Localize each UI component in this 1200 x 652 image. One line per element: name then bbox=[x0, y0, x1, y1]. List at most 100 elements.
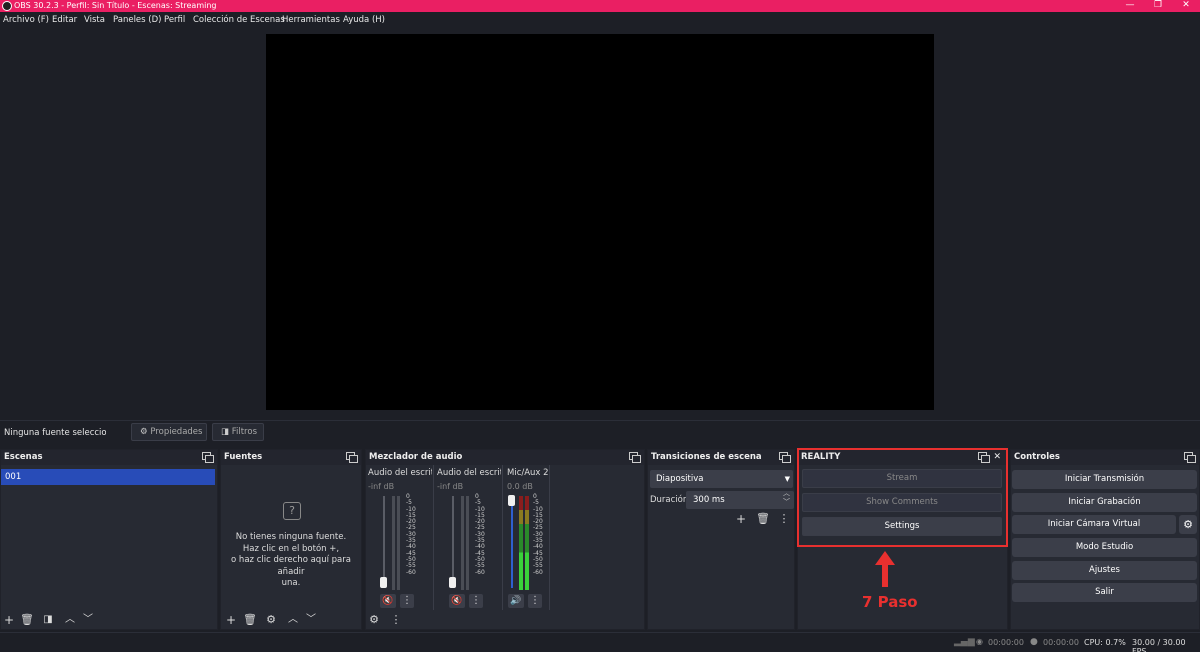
gear-icon[interactable]: ⚙ bbox=[1179, 515, 1197, 534]
muted-speaker-icon[interactable]: 🔇 bbox=[380, 594, 396, 608]
divider bbox=[549, 465, 550, 610]
more-icon[interactable]: ⋮ bbox=[469, 594, 483, 608]
transition-select[interactable]: Diapositiva ▼ bbox=[650, 470, 793, 488]
volume-knob[interactable] bbox=[380, 577, 387, 588]
speaker-icon[interactable]: 🔊 bbox=[508, 594, 524, 608]
filter-icon: ◨ bbox=[221, 427, 230, 437]
divider bbox=[502, 465, 503, 610]
preview-canvas[interactable] bbox=[266, 34, 934, 410]
minimize-button[interactable]: — bbox=[1116, 0, 1144, 12]
menu-perfil[interactable]: Perfil bbox=[164, 15, 185, 25]
title-bar: OBS 30.2.3 - Perfil: Sin Título - Escena… bbox=[0, 0, 1200, 12]
studio-mode-button[interactable]: Modo Estudio bbox=[1012, 538, 1197, 557]
duration-value: 300 ms bbox=[693, 495, 725, 505]
mixer-title: Mezclador de audio bbox=[369, 452, 463, 462]
spinner-icon[interactable]: ︿ ﹀ bbox=[783, 489, 790, 507]
meter-scale: 0 -5 -10 -15 -20 -25 -30 -35 -40 -45 -50 -55 -60 bbox=[533, 493, 543, 576]
meter-scale: 0 -5 -10 -15 -20 -25 -30 -35 -40 -45 -50 -55 -60 bbox=[406, 493, 416, 576]
trash-icon[interactable]: 🗑 bbox=[19, 612, 35, 628]
channel-db: 0.0 dB bbox=[507, 482, 533, 491]
more-icon[interactable]: ⋮ bbox=[528, 594, 542, 608]
maximize-button[interactable]: ❐ bbox=[1144, 0, 1172, 12]
channel-name: Mic/Aux 2 bbox=[507, 468, 549, 478]
float-icon[interactable] bbox=[629, 452, 641, 463]
more-icon[interactable]: ⋮ bbox=[776, 511, 792, 527]
channel-db: -inf dB bbox=[368, 482, 395, 491]
add-source-button[interactable]: + bbox=[223, 612, 239, 628]
stream-time: 00:00:00 bbox=[988, 638, 1024, 647]
muted-speaker-icon[interactable]: 🔇 bbox=[449, 594, 465, 608]
more-icon[interactable]: ⋮ bbox=[388, 612, 404, 628]
filters-button[interactable]: ◨ Filtros bbox=[212, 423, 264, 441]
scene-filter-icon[interactable]: ◨ bbox=[40, 612, 56, 628]
meter-scale: 0 -5 -10 -15 -20 -25 -30 -35 -40 -45 -50 -55 -60 bbox=[475, 493, 485, 576]
float-icon[interactable] bbox=[346, 452, 358, 463]
add-transition-button[interactable]: + bbox=[733, 511, 749, 527]
channel-name: Audio del escritorio bbox=[368, 468, 432, 478]
level-meter bbox=[466, 496, 469, 590]
empty-line: una. bbox=[281, 578, 301, 588]
scenes-title: Escenas bbox=[4, 452, 43, 462]
fps-readout: 30.00 / 30.00 FPS bbox=[1132, 638, 1186, 652]
filters-label: Filtros bbox=[231, 427, 257, 437]
properties-label: Propiedades bbox=[150, 427, 203, 437]
float-icon[interactable] bbox=[202, 452, 214, 463]
trash-icon[interactable]: 🗑 bbox=[755, 511, 771, 527]
menu-paneles[interactable]: Paneles (D) bbox=[113, 15, 161, 25]
volume-knob[interactable] bbox=[449, 577, 456, 588]
duration-label: Duración bbox=[650, 495, 689, 505]
annotation-label: 7 Paso bbox=[862, 593, 918, 611]
cpu-usage: CPU: 0.7% bbox=[1084, 638, 1126, 647]
trash-icon[interactable]: 🗑 bbox=[242, 612, 258, 628]
properties-button[interactable]: ⚙ Propiedades bbox=[131, 423, 207, 441]
menu-herramientas[interactable]: Herramientas bbox=[282, 15, 340, 25]
signal-icon: ▂▄▆ bbox=[954, 637, 975, 647]
question-icon: ? bbox=[283, 502, 301, 520]
start-recording-button[interactable]: Iniciar Grabación bbox=[1012, 493, 1197, 512]
volume-slider[interactable] bbox=[383, 496, 385, 588]
channel-name: Audio del escritorio 2 bbox=[437, 468, 501, 478]
close-button[interactable]: ✕ bbox=[1172, 0, 1200, 12]
gear-icon: ⚙ bbox=[140, 427, 148, 437]
level-meter bbox=[525, 496, 529, 590]
window-title: OBS 30.2.3 - Perfil: Sin Título - Escena… bbox=[14, 1, 217, 10]
transitions-title: Transiciones de escena bbox=[651, 452, 762, 462]
menu-vista[interactable]: Vista bbox=[84, 15, 105, 25]
stream-icon: ◉ bbox=[976, 637, 983, 646]
gear-icon[interactable]: ⚙ bbox=[263, 612, 279, 628]
scene-item[interactable]: 001 bbox=[1, 469, 215, 485]
chevron-down-icon: ▼ bbox=[784, 475, 790, 483]
volume-knob[interactable] bbox=[508, 495, 515, 506]
settings-button[interactable]: Ajustes bbox=[1012, 561, 1197, 580]
add-scene-button[interactable]: + bbox=[1, 612, 17, 628]
more-icon[interactable]: ⋮ bbox=[400, 594, 414, 608]
exit-button[interactable]: Salir bbox=[1012, 583, 1197, 602]
empty-line: Haz clic en el botón +, bbox=[242, 543, 340, 554]
start-stream-button[interactable]: Iniciar Transmisión bbox=[1012, 470, 1197, 489]
level-meter bbox=[392, 496, 395, 590]
level-meter bbox=[519, 496, 523, 590]
volume-slider[interactable] bbox=[511, 496, 513, 588]
move-down-icon[interactable]: ﹀ bbox=[303, 612, 319, 628]
move-up-icon[interactable]: ︿ bbox=[285, 612, 301, 628]
obs-logo-icon bbox=[2, 1, 12, 11]
start-virtual-camera-button[interactable]: Iniciar Cámara Virtual bbox=[1012, 515, 1176, 534]
channel-db: -inf dB bbox=[437, 482, 464, 491]
menu-bar: Archivo (F) Editar Vista Paneles (D) Per… bbox=[0, 12, 1200, 29]
level-meter bbox=[397, 496, 400, 590]
menu-coleccion-escenas[interactable]: Colección de Escenas bbox=[193, 15, 285, 25]
duration-input[interactable]: 300 ms ︿ ﹀ bbox=[686, 489, 794, 509]
up-arrow-icon bbox=[875, 551, 895, 587]
menu-archivo[interactable]: Archivo (F) bbox=[3, 15, 49, 25]
float-icon[interactable] bbox=[779, 452, 791, 463]
move-down-icon[interactable]: ﹀ bbox=[80, 612, 96, 628]
gear-icon[interactable]: ⚙ bbox=[366, 612, 382, 628]
move-up-icon[interactable]: ︿ bbox=[62, 612, 78, 628]
sources-empty-message: No tienes ninguna fuente. Haz clic en el… bbox=[220, 532, 362, 590]
highlight-box bbox=[797, 448, 1008, 547]
divider bbox=[433, 465, 434, 610]
float-icon[interactable] bbox=[1184, 452, 1196, 463]
menu-ayuda[interactable]: Ayuda (H) bbox=[343, 15, 385, 25]
volume-slider[interactable] bbox=[452, 496, 454, 588]
menu-editar[interactable]: Editar bbox=[52, 15, 77, 25]
